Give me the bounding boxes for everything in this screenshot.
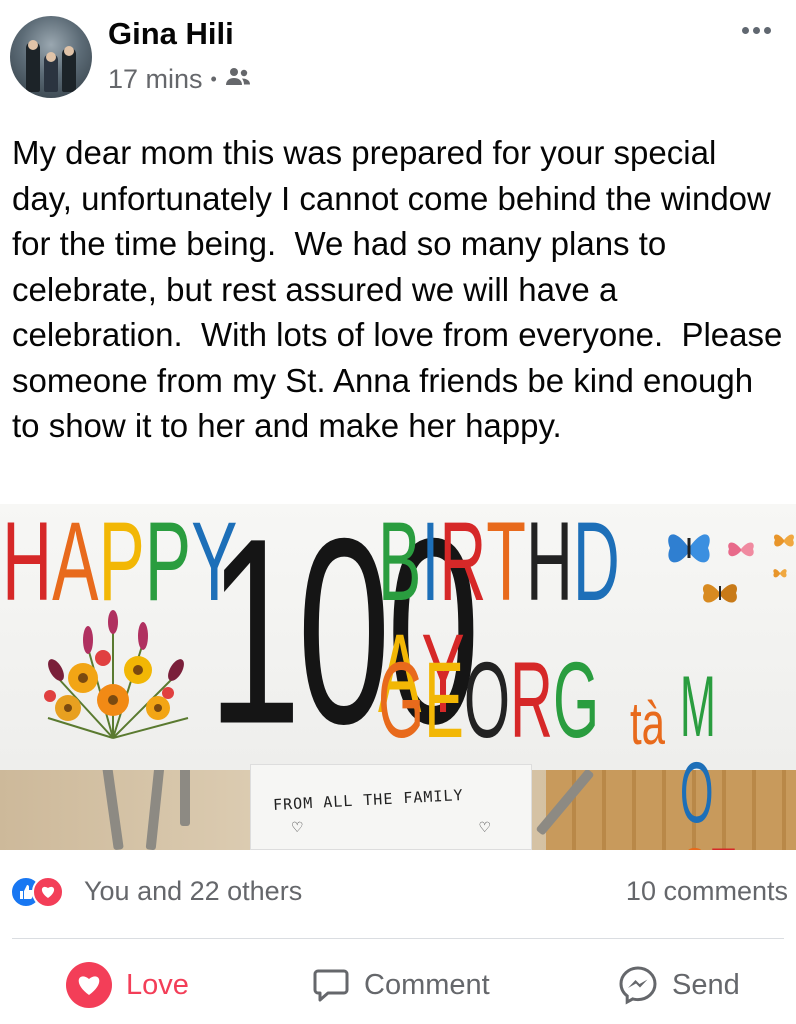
heart-doodle-icon: ♡: [291, 819, 304, 835]
butterfly-brown: [702, 584, 738, 603]
birthday-letter: H: [525, 504, 573, 624]
family-card: FROM ALL THE FAMILY ♡ ♡: [250, 764, 532, 850]
friends-icon[interactable]: [225, 64, 251, 95]
birthday-banner: HAPPY 100 BIRTHDAY GEORGIA tà MOSE: [0, 504, 796, 850]
reaction-summary[interactable]: You and 22 others: [84, 876, 302, 907]
happy-letter: H: [2, 504, 53, 624]
mose-letter: O: [680, 745, 714, 841]
messenger-icon: [619, 966, 657, 1005]
more-options-icon[interactable]: [736, 18, 776, 42]
happy-letter: P: [98, 504, 145, 624]
avatar[interactable]: [10, 16, 92, 98]
georgia-letter: G: [378, 639, 425, 760]
love-label: Love: [126, 968, 189, 1001]
reaction-icons[interactable]: [10, 876, 80, 908]
post-header: Gina Hili 17 mins •: [0, 0, 796, 110]
comment-label: Comment: [364, 968, 490, 1001]
comment-icon: [313, 969, 349, 1002]
birthday-letter: T: [486, 504, 526, 624]
georgia-letter: O: [463, 639, 511, 760]
flowers-drawing: [44, 610, 189, 739]
post-text: My dear mom this was prepared for your s…: [12, 134, 792, 444]
banner-ta: tà: [630, 690, 666, 757]
love-button[interactable]: Love: [66, 962, 189, 1008]
post-time[interactable]: 17 mins: [108, 64, 203, 95]
happy-letter: A: [52, 504, 99, 624]
mose-letter: E: [709, 836, 738, 850]
butterfly-pink: [728, 542, 754, 557]
comments-count[interactable]: 10 comments: [626, 876, 788, 907]
author-name[interactable]: Gina Hili: [108, 16, 234, 52]
banner-mose: MOSE: [680, 664, 738, 850]
mose-letter: M: [680, 659, 716, 755]
georgia-letter: E: [424, 639, 464, 760]
card-hearts: ♡ ♡: [291, 819, 491, 836]
birthday-letter: B: [378, 504, 422, 624]
butterfly-blue: [668, 534, 710, 563]
heart-icon: [66, 962, 112, 1008]
banner-birthday: BIRTHDAY: [378, 504, 620, 730]
mose-letter: S: [680, 836, 709, 850]
georgia-letter: R: [510, 639, 553, 760]
send-button[interactable]: Send: [618, 962, 740, 1008]
banner-happy: HAPPY: [2, 504, 237, 624]
birthday-letter: R: [439, 504, 487, 624]
comment-button[interactable]: Comment: [312, 962, 490, 1008]
meta-separator: •: [210, 69, 217, 89]
butterfly-small: [773, 569, 787, 578]
card-text: FROM ALL THE FAMILY: [272, 786, 464, 814]
post-photo[interactable]: HAPPY 100 BIRTHDAY GEORGIA tà MOSE: [0, 504, 796, 850]
love-icon: [32, 876, 64, 908]
post-meta: 17 mins •: [108, 64, 251, 95]
send-label: Send: [672, 968, 740, 1001]
birthday-letter: D: [572, 504, 620, 624]
georgia-letter: G: [552, 639, 600, 760]
post-actions: Love Comment Send: [0, 944, 796, 1024]
reactions-bar: You and 22 others 10 comments: [0, 862, 796, 924]
birthday-letter: I: [421, 504, 440, 624]
heart-doodle-icon: ♡: [478, 819, 491, 835]
happy-letter: P: [144, 504, 192, 624]
divider: [12, 938, 784, 939]
butterfly-orange: [774, 534, 794, 547]
